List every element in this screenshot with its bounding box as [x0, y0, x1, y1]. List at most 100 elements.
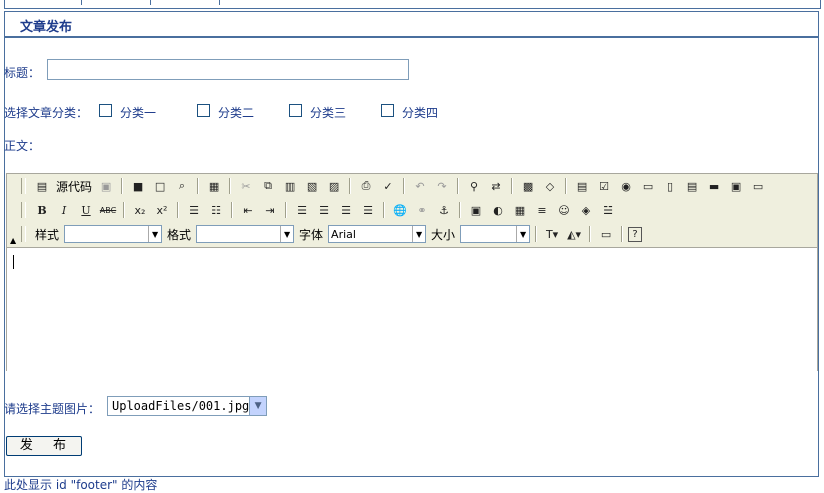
- toolbar-separator: [285, 202, 287, 218]
- table-icon[interactable]: ▦: [510, 200, 530, 220]
- paste-word-icon[interactable]: ▨: [324, 176, 344, 196]
- source-icon[interactable]: ▤: [32, 176, 52, 196]
- help-icon[interactable]: ?: [628, 226, 643, 242]
- select-icon[interactable]: ▤: [682, 176, 702, 196]
- toolbar-separator: [229, 178, 232, 194]
- remove-format-icon[interactable]: ◇: [540, 176, 560, 196]
- font-label: 字体: [299, 227, 324, 242]
- footer-text: 此处显示 id "footer" 的内容: [4, 478, 158, 492]
- italic-icon[interactable]: I: [54, 200, 74, 220]
- category-checkbox-4[interactable]: [381, 104, 394, 117]
- chevron-down-icon: ▼: [148, 226, 162, 242]
- font-combo[interactable]: Arial ▼: [328, 225, 427, 243]
- button-icon[interactable]: ▬: [704, 176, 724, 196]
- align-left-icon[interactable]: ☰: [292, 200, 312, 220]
- toolbar-separator: [459, 202, 461, 218]
- bg-color-icon[interactable]: ◭▾: [564, 224, 584, 244]
- toolbar-separator: [197, 178, 200, 194]
- hidden-field-icon[interactable]: ▭: [748, 176, 768, 196]
- strike-icon[interactable]: ABC: [98, 200, 118, 220]
- toolbar-separator: [121, 178, 124, 194]
- image-select[interactable]: UploadFiles/001.jpg ▼: [107, 396, 267, 416]
- paste-text-icon[interactable]: ▧: [302, 176, 322, 196]
- chevron-down-icon: ▼: [516, 226, 530, 242]
- ordered-list-icon[interactable]: ☰: [184, 200, 204, 220]
- textarea-icon[interactable]: ▯: [660, 176, 680, 196]
- spellcheck-icon[interactable]: ✓: [378, 176, 398, 196]
- align-center-icon[interactable]: ☰: [314, 200, 334, 220]
- find-icon[interactable]: ⚲: [464, 176, 484, 196]
- select-all-icon[interactable]: ▩: [518, 176, 538, 196]
- bold-icon[interactable]: B: [32, 200, 52, 220]
- font-value: Arial: [331, 227, 356, 241]
- source-button[interactable]: 源代码: [54, 176, 94, 196]
- toolbar-row-1: ▤ 源代码 ▣ ■ □ ⌕ ▦ ✂ ⧉ ▥ ▧ ▨ ⎙ ✓ ↶ ↷ ⚲ ⇄ ▩ …: [21, 175, 768, 197]
- unordered-list-icon[interactable]: ☷: [206, 200, 226, 220]
- toolbar-grip: [21, 226, 26, 242]
- style-combo[interactable]: ▼: [64, 225, 163, 243]
- toolbar-separator: [177, 202, 179, 218]
- body-label: 正文：: [4, 139, 41, 153]
- flash-icon[interactable]: ◐: [488, 200, 508, 220]
- subscript-icon[interactable]: x₂: [130, 200, 150, 220]
- anchor-icon[interactable]: ⚓: [434, 200, 454, 220]
- radio-icon[interactable]: ◉: [616, 176, 636, 196]
- textfield-icon[interactable]: ▭: [638, 176, 658, 196]
- text-color-icon[interactable]: T▾: [542, 224, 562, 244]
- toolbar-separator: [535, 226, 538, 242]
- align-justify-icon[interactable]: ☰: [358, 200, 378, 220]
- redo-icon[interactable]: ↷: [432, 176, 452, 196]
- page-break-icon[interactable]: ☱: [598, 200, 618, 220]
- form-icon[interactable]: ▤: [572, 176, 592, 196]
- checkbox-icon[interactable]: ☑: [594, 176, 614, 196]
- smiley-icon[interactable]: ☺: [554, 200, 574, 220]
- align-right-icon[interactable]: ☰: [336, 200, 356, 220]
- superscript-icon[interactable]: x²: [152, 200, 172, 220]
- show-blocks-icon[interactable]: ▭: [596, 224, 616, 244]
- category-option-1: 分类一: [120, 106, 157, 120]
- size-label: 大小: [431, 227, 456, 242]
- copy-icon[interactable]: ⧉: [258, 176, 278, 196]
- outdent-icon[interactable]: ⇤: [238, 200, 258, 220]
- toolbar-row-3: 样式 ▼ 格式 ▼ 字体 Arial ▼ 大小 ▼ T▾ ◭▾ ▭ ?: [21, 223, 643, 245]
- image-icon[interactable]: ▣: [466, 200, 486, 220]
- templates-icon[interactable]: ▦: [204, 176, 224, 196]
- underline-icon[interactable]: U: [76, 200, 96, 220]
- print-icon[interactable]: ⎙: [356, 176, 376, 196]
- format-label: 格式: [167, 227, 192, 242]
- save-doc-icon: ▣: [100, 179, 112, 193]
- special-char-icon[interactable]: ◈: [576, 200, 596, 220]
- collapse-toolbar-icon[interactable]: ▲: [10, 236, 16, 245]
- toolbar-row-2: B I U ABC x₂ x² ☰ ☷ ⇤ ⇥ ☰ ☰ ☰ ☰ 🌐 ⚭ ⚓ ▣ …: [21, 199, 618, 221]
- paste-icon[interactable]: ▥: [280, 176, 300, 196]
- submit-button[interactable]: 发 布: [6, 436, 82, 456]
- image-button-icon[interactable]: ▣: [726, 176, 746, 196]
- category-option-2: 分类二: [218, 106, 255, 120]
- title-input[interactable]: [47, 59, 409, 80]
- category-checkbox-3[interactable]: [289, 104, 302, 117]
- cut-icon[interactable]: ✂: [236, 176, 256, 196]
- indent-icon[interactable]: ⇥: [260, 200, 280, 220]
- link-icon[interactable]: 🌐: [390, 200, 410, 220]
- size-combo[interactable]: ▼: [460, 225, 531, 243]
- chevron-down-icon: ▼: [412, 226, 426, 242]
- save-icon[interactable]: ■: [128, 176, 148, 196]
- category-checkbox-2[interactable]: [197, 104, 210, 117]
- editor-content-area[interactable]: [7, 247, 817, 371]
- section-header: 文章发布: [4, 11, 819, 38]
- category-checkbox-1[interactable]: [99, 104, 112, 117]
- toolbar-separator: [349, 178, 352, 194]
- image-select-value: UploadFiles/001.jpg: [112, 399, 250, 413]
- replace-icon[interactable]: ⇄: [486, 176, 506, 196]
- unlink-icon[interactable]: ⚭: [412, 200, 432, 220]
- title-label: 标题：: [4, 66, 41, 80]
- toolbar-separator: [565, 178, 568, 194]
- undo-icon[interactable]: ↶: [410, 176, 430, 196]
- toolbar-separator: [457, 178, 460, 194]
- new-page-icon[interactable]: □: [150, 176, 170, 196]
- horizontal-rule-icon[interactable]: ≡: [532, 200, 552, 220]
- preview-icon[interactable]: ⌕: [172, 176, 192, 196]
- toolbar-separator: [621, 226, 624, 242]
- toolbar-separator: [511, 178, 514, 194]
- format-combo[interactable]: ▼: [196, 225, 295, 243]
